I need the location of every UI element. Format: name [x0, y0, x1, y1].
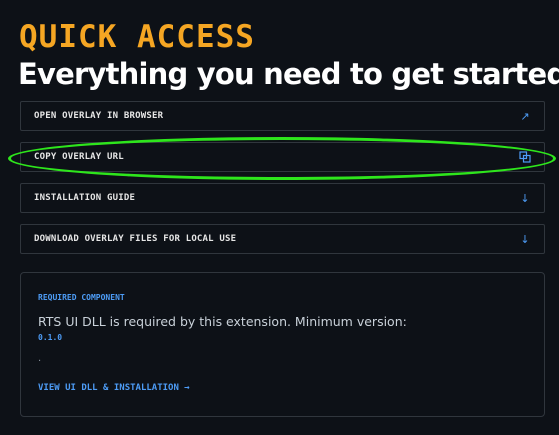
required-component-text: RTS UI DLL is required by this extension… — [38, 314, 407, 329]
installation-guide-button[interactable]: INSTALLATION GUIDE ↓ — [20, 183, 545, 213]
required-component-tag: REQUIRED COMPONENT — [38, 293, 125, 302]
action-label: INSTALLATION GUIDE — [34, 193, 136, 203]
page-headline: Everything you need to get started. — [18, 57, 559, 91]
arrow-down-icon: ↓ — [520, 232, 530, 246]
action-label: OPEN OVERLAY IN BROWSER — [34, 111, 164, 121]
action-label: DOWNLOAD OVERLAY FILES FOR LOCAL USE — [34, 234, 237, 244]
arrow-down-icon: ↓ — [520, 191, 530, 205]
download-overlay-files-button[interactable]: DOWNLOAD OVERLAY FILES FOR LOCAL USE ↓ — [20, 224, 545, 254]
external-link-icon: ↗ — [520, 109, 530, 123]
open-overlay-in-browser-button[interactable]: OPEN OVERLAY IN BROWSER ↗ — [20, 101, 545, 131]
minimum-version: 0.1.0 — [38, 333, 63, 342]
placeholder-dot: . — [38, 353, 42, 364]
action-label: COPY OVERLAY URL — [34, 152, 124, 162]
view-ui-dll-link[interactable]: VIEW UI DLL & INSTALLATION → — [38, 383, 190, 393]
copy-overlay-url-button[interactable]: COPY OVERLAY URL — [20, 142, 545, 172]
required-component-panel: REQUIRED COMPONENT RTS UI DLL is require… — [20, 272, 545, 417]
copy-icon — [519, 151, 531, 163]
section-eyebrow: QUICK ACCESS — [19, 19, 255, 55]
